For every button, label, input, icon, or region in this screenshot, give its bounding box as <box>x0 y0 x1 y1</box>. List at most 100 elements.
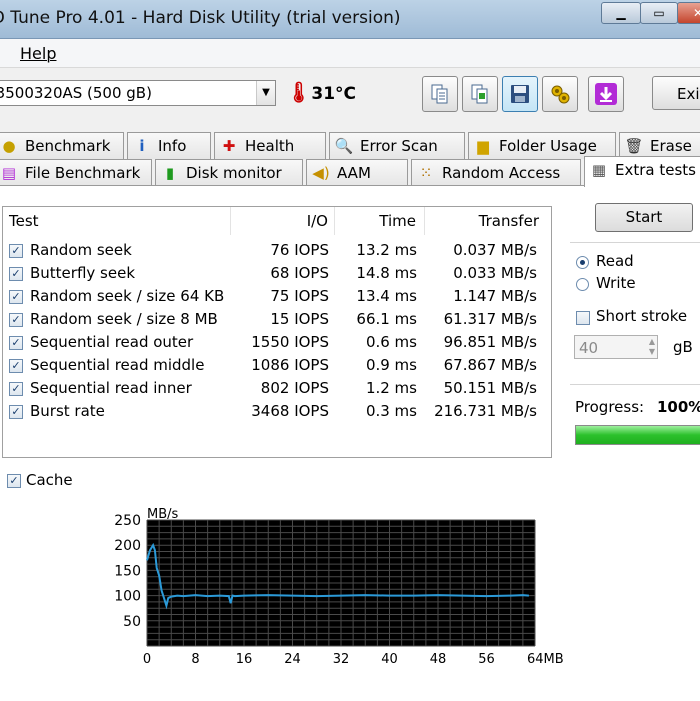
test-transfer: 216.731 MB/s <box>434 402 537 420</box>
divider <box>570 242 700 243</box>
copy-screenshot-button[interactable] <box>462 76 498 112</box>
drive-select-value: ST3500320AS (500 gB) <box>0 84 152 102</box>
stroke-unit: gB <box>673 338 693 356</box>
test-io: 1550 IOPS <box>251 333 329 351</box>
copy-text-icon <box>431 84 448 104</box>
test-transfer: 67.867 MB/s <box>443 356 537 374</box>
minimize-button[interactable]: ▁ <box>601 2 641 24</box>
folder-icon: ▆ <box>477 137 489 155</box>
cache-checkbox[interactable]: ✓ <box>7 474 21 488</box>
test-name: Random seek <box>30 241 132 259</box>
copy-text-button[interactable] <box>422 76 458 112</box>
progress-bar <box>575 425 700 445</box>
column-header-io[interactable]: I/O <box>231 207 335 235</box>
header-label: Test <box>9 212 39 230</box>
test-transfer: 61.317 MB/s <box>443 310 537 328</box>
test-checkbox[interactable]: ✓ <box>9 313 23 327</box>
short-stroke-checkbox[interactable] <box>576 311 590 325</box>
save-icon <box>511 85 529 103</box>
tab-label: Erase <box>650 137 692 155</box>
test-name: Random seek / size 64 KB <box>30 287 225 305</box>
column-header-time[interactable]: Time <box>335 207 425 235</box>
stroke-size-input[interactable]: 40 ▲ ▼ <box>574 335 658 359</box>
tab-file-benchmark[interactable]: ▤ File Benchmark <box>0 159 152 186</box>
test-checkbox[interactable]: ✓ <box>9 382 23 396</box>
tab-benchmark[interactable]: ● Benchmark <box>0 132 124 159</box>
save-button[interactable] <box>502 76 538 112</box>
file-benchmark-icon: ▤ <box>1 164 17 182</box>
header-label: Time <box>379 212 416 230</box>
exit-button[interactable]: Exit <box>652 76 700 110</box>
test-checkbox[interactable]: ✓ <box>9 267 23 281</box>
test-name: Butterfly seek <box>30 264 136 282</box>
short-stroke-label[interactable]: Short stroke <box>596 307 687 325</box>
options-icon <box>551 85 570 104</box>
column-header-transfer[interactable]: Transfer <box>425 207 551 235</box>
test-checkbox[interactable]: ✓ <box>9 359 23 373</box>
read-label[interactable]: Read <box>596 252 634 270</box>
test-transfer: 1.147 MB/s <box>453 287 537 305</box>
options-button[interactable] <box>542 76 578 112</box>
tab-label: Info <box>158 137 187 155</box>
maximize-button[interactable]: ▭ <box>640 2 678 24</box>
test-io: 75 IOPS <box>270 287 329 305</box>
tab-aam[interactable]: ◀) AAM <box>306 159 408 186</box>
tab-health[interactable]: ✚ Health <box>214 132 326 159</box>
test-transfer: 0.037 MB/s <box>453 241 537 259</box>
test-name: Burst rate <box>30 402 105 420</box>
tab-info[interactable]: i Info <box>127 132 211 159</box>
stroke-size-value: 40 <box>579 339 599 357</box>
tab-extra-tests[interactable]: ▦ Extra tests <box>584 156 700 187</box>
table-row[interactable]: ✓ Burst rate 3468 IOPS 0.3 ms 216.731 MB/s <box>3 400 551 423</box>
tab-error-scan[interactable]: 🔍 Error Scan <box>329 132 465 159</box>
tab-folder-usage[interactable]: ▆ Folder Usage <box>468 132 616 159</box>
test-io: 68 IOPS <box>270 264 329 282</box>
tab-erase[interactable]: 🗑 Erase <box>619 132 700 159</box>
test-checkbox[interactable]: ✓ <box>9 244 23 258</box>
progress-fill <box>576 426 700 444</box>
read-radio[interactable] <box>576 256 589 269</box>
write-label[interactable]: Write <box>596 274 636 292</box>
progress-value: 100% <box>657 398 700 416</box>
table-row[interactable]: ✓ Random seek 76 IOPS 13.2 ms 0.037 MB/s <box>3 239 551 262</box>
test-checkbox[interactable]: ✓ <box>9 336 23 350</box>
table-row[interactable]: ✓ Random seek / size 8 MB 15 IOPS 66.1 ms 61… <box>3 308 551 331</box>
tab-label: Disk monitor <box>186 164 282 182</box>
cache-label[interactable]: Cache <box>26 471 73 489</box>
benchmark-icon: ● <box>2 137 16 155</box>
table-row[interactable]: ✓ Sequential read inner 802 IOPS 1.2 ms 50.1… <box>3 377 551 400</box>
tab-random-access[interactable]: ⁙ Random Access <box>411 159 581 186</box>
table-row[interactable]: ✓ Sequential read middle 1086 IOPS 0.9 ms 67… <box>3 354 551 377</box>
drive-select[interactable]: ST3500320AS (500 gB) ▼ <box>0 80 276 106</box>
random-access-icon: ⁙ <box>419 164 433 182</box>
test-checkbox[interactable]: ✓ <box>9 405 23 419</box>
tab-label: File Benchmark <box>25 164 141 182</box>
test-time: 0.3 ms <box>365 402 417 420</box>
chevron-down-icon[interactable]: ▼ <box>256 81 275 105</box>
start-button[interactable]: Start <box>595 203 693 232</box>
divider <box>570 384 700 385</box>
temperature-display: 🌡31°C <box>286 80 356 104</box>
test-name: Sequential read outer <box>30 333 194 351</box>
table-row[interactable]: ✓ Random seek / size 64 KB 75 IOPS 13.4 ms 1… <box>3 285 551 308</box>
write-radio[interactable] <box>576 278 589 291</box>
test-transfer: 96.851 MB/s <box>443 333 537 351</box>
tab-label: Extra tests <box>615 161 696 179</box>
column-header-test[interactable]: Test <box>3 207 231 235</box>
extra-tests-icon: ▦ <box>591 161 607 179</box>
download-icon <box>595 83 617 105</box>
spin-arrows-icon[interactable]: ▲ ▼ <box>649 337 655 357</box>
download-button[interactable] <box>588 76 624 112</box>
disk-monitor-icon: ▮ <box>165 164 175 182</box>
close-button[interactable]: ✕ <box>677 2 700 24</box>
radio-selected-dot <box>580 260 585 265</box>
test-time: 66.1 ms <box>356 310 417 328</box>
temperature-value: 31°C <box>311 84 357 104</box>
tab-disk-monitor[interactable]: ▮ Disk monitor <box>155 159 303 186</box>
table-row[interactable]: ✓ Sequential read outer 1550 IOPS 0.6 ms 96.… <box>3 331 551 354</box>
table-row[interactable]: ✓ Butterfly seek 68 IOPS 14.8 ms 0.033 MB/s <box>3 262 551 285</box>
menu-help[interactable]: Help <box>20 44 56 63</box>
test-checkbox[interactable]: ✓ <box>9 290 23 304</box>
tab-label: Folder Usage <box>499 137 597 155</box>
test-time: 13.4 ms <box>356 287 417 305</box>
